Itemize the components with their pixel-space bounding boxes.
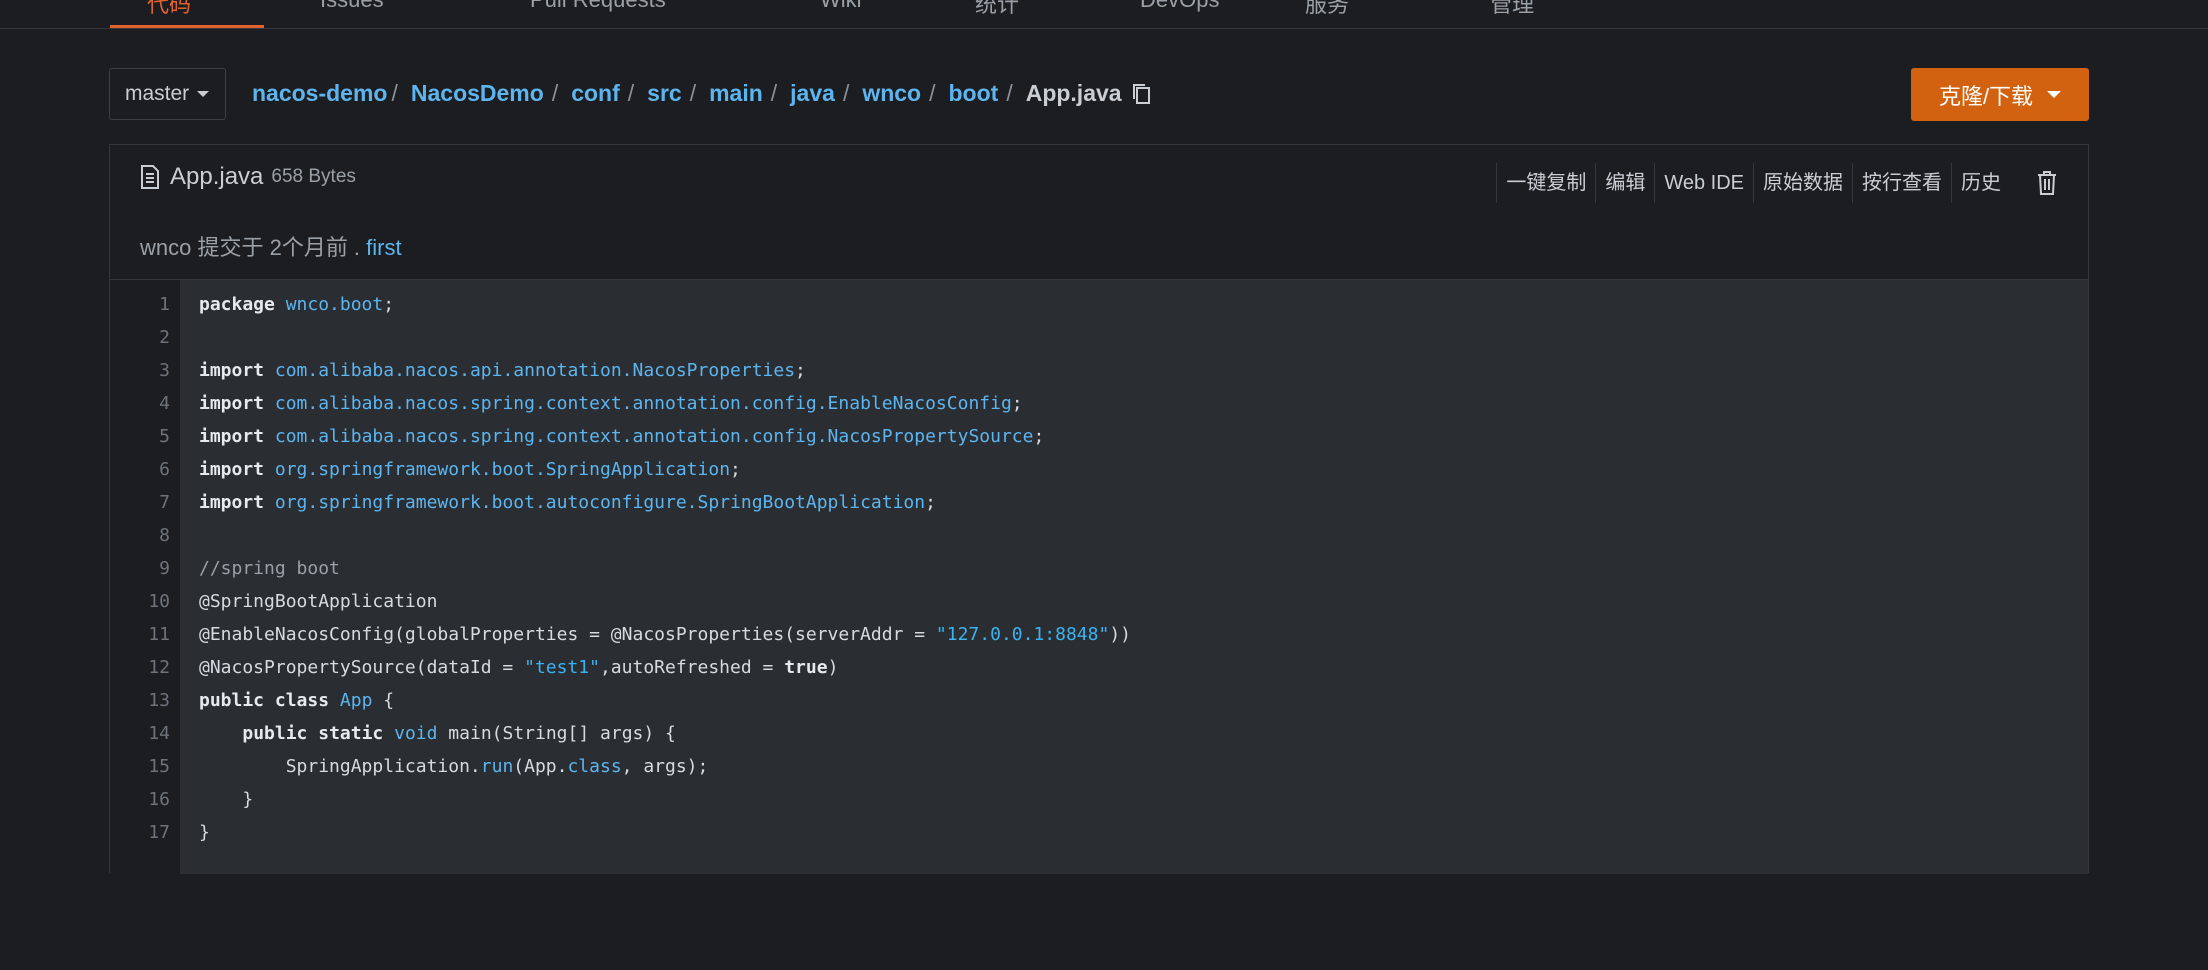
- file-name: App.java: [170, 163, 264, 190]
- breadcrumb-src[interactable]: src: [647, 80, 682, 107]
- copy-all-button[interactable]: 一键复制: [1496, 163, 1595, 203]
- file-icon: [141, 165, 159, 189]
- breadcrumb-main[interactable]: main: [709, 80, 763, 107]
- trash-icon[interactable]: [2036, 170, 2058, 196]
- chevron-down-icon: [2047, 91, 2062, 98]
- tab-manage[interactable]: 管理: [1490, 0, 1534, 19]
- code-text: import org.springframework.boot.autoconf…: [199, 492, 936, 513]
- line-number[interactable]: 1: [110, 288, 170, 321]
- web-ide-button[interactable]: Web IDE: [1654, 163, 1753, 203]
- code-text: import com.alibaba.nacos.api.annotation.…: [199, 360, 806, 381]
- breadcrumb-boot[interactable]: boot: [949, 80, 999, 107]
- tab-devops[interactable]: DevOps: [1140, 0, 1219, 13]
- code-line: 11 @EnableNacosConfig(globalProperties = …: [110, 618, 2088, 651]
- tab-wiki[interactable]: Wiki: [820, 0, 862, 13]
- code-viewer: 1 package wnco.boot; 2 3 import com.alibaba.…: [110, 279, 2088, 874]
- code-line: 5 import com.alibaba.nacos.spring.context…: [110, 420, 2088, 453]
- branch-label: master: [125, 82, 190, 105]
- clone-download-button[interactable]: 克隆/下载: [1911, 68, 2089, 121]
- code-line: 14 public static void main(String[] args…: [110, 717, 2088, 750]
- code-line: 4 import com.alibaba.nacos.spring.context…: [110, 387, 2088, 420]
- code-line: 13 public class App {: [110, 684, 2088, 717]
- line-number[interactable]: 6: [110, 453, 170, 486]
- breadcrumb-nacosdemo[interactable]: NacosDemo: [411, 80, 544, 107]
- code-line: 17}: [110, 816, 2088, 849]
- code-line: 15 SpringApplication.run(App.class, args…: [110, 750, 2088, 783]
- line-number[interactable]: 7: [110, 486, 170, 519]
- line-number[interactable]: 4: [110, 387, 170, 420]
- commit-author-time: wnco 提交于 2个月前 .: [140, 235, 361, 260]
- line-number[interactable]: 8: [110, 519, 170, 552]
- tab-services[interactable]: 服务: [1305, 0, 1349, 19]
- code-line: 7 import org.springframework.boot.autocon…: [110, 486, 2088, 519]
- file-size: 658 Bytes: [271, 166, 356, 187]
- line-number[interactable]: 13: [110, 684, 170, 717]
- blame-button[interactable]: 按行查看: [1852, 163, 1951, 203]
- line-number[interactable]: 12: [110, 651, 170, 684]
- line-number[interactable]: 2: [110, 321, 170, 354]
- line-number[interactable]: 17: [110, 816, 170, 849]
- breadcrumb-repo[interactable]: nacos-demo: [252, 80, 387, 107]
- code-text: package wnco.boot;: [199, 294, 395, 315]
- code-text: @NacosPropertySource(dataId = "test1",au…: [199, 657, 839, 678]
- line-number[interactable]: 9: [110, 552, 170, 585]
- code-line: 10 @SpringBootApplication: [110, 585, 2088, 618]
- commit-message-link[interactable]: first: [366, 235, 401, 260]
- tab-issues[interactable]: Issues: [320, 0, 384, 13]
- code-text: import com.alibaba.nacos.spring.context.…: [199, 393, 1023, 414]
- code-line: 3 import com.alibaba.nacos.api.annotation…: [110, 354, 2088, 387]
- raw-data-button[interactable]: 原始数据: [1753, 163, 1852, 203]
- line-number[interactable]: 10: [110, 585, 170, 618]
- code-text: @SpringBootApplication: [199, 591, 438, 612]
- code-text: public class App {: [199, 690, 395, 711]
- branch-selector[interactable]: master: [109, 68, 226, 120]
- tab-code[interactable]: 代码: [147, 0, 191, 19]
- code-text: //spring boot: [199, 558, 340, 579]
- code-line: 6 import org.springframework.boot.SpringA…: [110, 453, 2088, 486]
- line-number[interactable]: 11: [110, 618, 170, 651]
- chevron-down-icon: [197, 91, 210, 97]
- code-line: 1 package wnco.boot;: [110, 288, 2088, 321]
- tab-stats[interactable]: 统计: [975, 0, 1019, 19]
- breadcrumb-conf[interactable]: conf: [571, 80, 620, 107]
- code-line: 8: [110, 519, 2088, 552]
- line-number[interactable]: 15: [110, 750, 170, 783]
- code-text: }: [199, 789, 254, 810]
- breadcrumb-java[interactable]: java: [790, 80, 835, 107]
- code-line: 2: [110, 321, 2088, 354]
- tab-pull-requests[interactable]: Pull Requests: [530, 0, 666, 13]
- code-line: 9 //spring boot: [110, 552, 2088, 585]
- history-button[interactable]: 历史: [1951, 163, 2010, 203]
- commit-info: wnco 提交于 2个月前 . first: [140, 230, 402, 262]
- repo-nav: 代码 Issues Pull Requests Wiki 统计 DevOps 服…: [0, 0, 2208, 29]
- code-text: public static void main(String[] args) {: [242, 723, 676, 744]
- line-number[interactable]: 3: [110, 354, 170, 387]
- code-text: import org.springframework.boot.SpringAp…: [199, 459, 741, 480]
- breadcrumb-current-file: App.java: [1025, 80, 1122, 106]
- file-actions: 一键复制 编辑 Web IDE 原始数据 按行查看 历史: [1496, 163, 2058, 203]
- breadcrumb-wnco[interactable]: wnco: [862, 80, 921, 107]
- copy-path-icon[interactable]: [1131, 82, 1153, 106]
- line-number[interactable]: 14: [110, 717, 170, 750]
- code-text: }: [199, 822, 210, 843]
- line-number[interactable]: 16: [110, 783, 170, 816]
- line-number[interactable]: 5: [110, 420, 170, 453]
- code-text: import com.alibaba.nacos.spring.context.…: [199, 426, 1045, 447]
- code-line: 16 }: [110, 783, 2088, 816]
- active-tab-indicator: [110, 25, 264, 28]
- code-line: 12 @NacosPropertySource(dataId = "test1",…: [110, 651, 2088, 684]
- file-panel: App.java 658 Bytes 一键复制 编辑 Web IDE 原始数据 …: [109, 144, 2089, 874]
- clone-download-label: 克隆/下载: [1938, 83, 2034, 109]
- code-text: @EnableNacosConfig(globalProperties = @N…: [199, 624, 1131, 645]
- edit-button[interactable]: 编辑: [1595, 163, 1654, 203]
- breadcrumb: nacos-demo / NacosDemo / conf / src / main / …: [252, 80, 1153, 107]
- code-text: SpringApplication.run(App.class, args);: [199, 756, 709, 777]
- file-header: App.java 658 Bytes: [140, 163, 356, 191]
